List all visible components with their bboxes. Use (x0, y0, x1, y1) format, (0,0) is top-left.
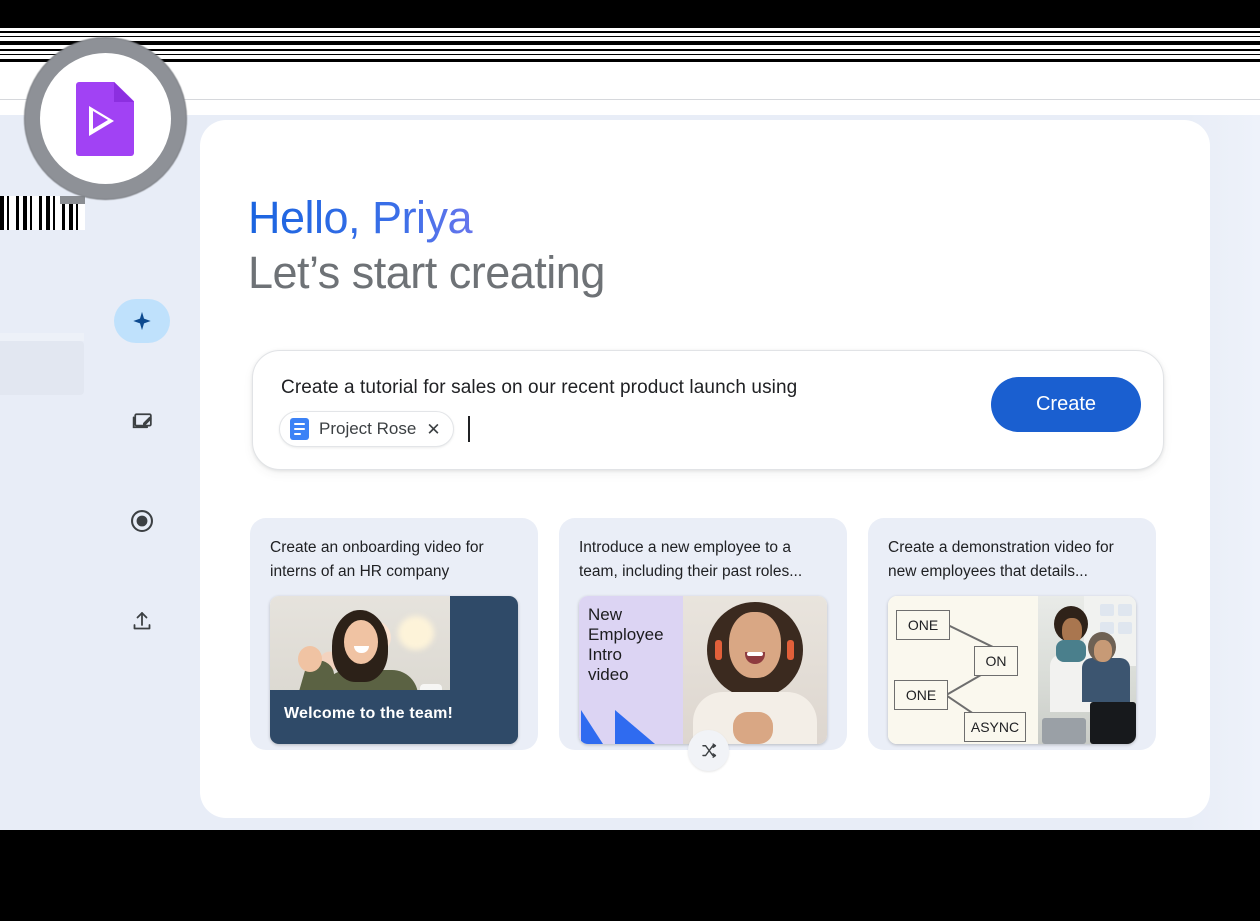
attachment-chip[interactable]: Project Rose ✕ (279, 411, 454, 447)
shuffle-button[interactable] (688, 730, 729, 771)
suggestion-card[interactable]: Introduce a new employee to a team, incl… (559, 518, 847, 750)
suggestion-card[interactable]: Create an onboarding video for interns o… (250, 518, 538, 750)
suggestion-title: Create an onboarding video for interns o… (270, 539, 484, 581)
sidebar (108, 295, 176, 675)
diagram-box: ON (974, 646, 1018, 676)
suggestion-title: Introduce a new employee to a team, incl… (579, 539, 803, 581)
white-band (0, 65, 1260, 99)
create-button[interactable]: Create (991, 377, 1141, 432)
google-docs-icon (290, 418, 309, 440)
attachment-chip-label: Project Rose (319, 419, 417, 438)
slides-edit-icon (132, 412, 152, 428)
thumbnail-title: New Employee Intro video (588, 605, 664, 685)
suggestion-thumbnail: ONE ON ONE ASYNC (888, 596, 1136, 744)
suggestion-thumbnail: New Employee Intro video (579, 596, 827, 744)
close-icon[interactable]: ✕ (426, 421, 440, 438)
record-circle-icon (131, 510, 153, 532)
suggestion-title: Create a demonstration video for new emp… (888, 539, 1114, 581)
prompt-chip-row: Project Rose ✕ (279, 411, 470, 447)
suggestion-card[interactable]: Create a demonstration video for new emp… (868, 518, 1156, 750)
suggestion-thumbnail: Welcome to the team! (270, 596, 518, 744)
greeting-hello: Hello, Priya (248, 192, 605, 244)
suggestion-cards: Create an onboarding video for interns o… (250, 518, 1156, 750)
app-logo (24, 37, 187, 200)
thumbnail-diagram: ONE ON ONE ASYNC (888, 596, 1038, 744)
prompt-box[interactable]: Create a tutorial for sales on our recen… (252, 350, 1164, 470)
video-doc-play-icon (76, 82, 134, 156)
prompt-text: Create a tutorial for sales on our recen… (281, 377, 798, 398)
screenshot-root: Hello, Priya Let’s start creating Create… (0, 0, 1260, 921)
diagram-box: ONE (896, 610, 950, 640)
left-edge-artifact-top (0, 333, 84, 341)
sidebar-item-generate[interactable] (108, 295, 176, 347)
chrome-line-artifacts (0, 28, 1260, 65)
sidebar-item-edit[interactable] (108, 395, 176, 447)
white-band-lower (0, 100, 1260, 115)
diagram-box: ASYNC (964, 712, 1026, 742)
sparkle-icon (133, 311, 151, 331)
sidebar-item-upload[interactable] (108, 595, 176, 647)
text-cursor (467, 416, 470, 442)
thumbnail-caption: Welcome to the team! (284, 705, 454, 722)
upload-icon (133, 612, 151, 630)
top-black-band (0, 0, 1260, 28)
greeting: Hello, Priya Let’s start creating (248, 192, 605, 300)
diagram-box: ONE (894, 680, 948, 710)
left-edge-artifact (0, 341, 84, 395)
main-card: Hello, Priya Let’s start creating Create… (200, 120, 1210, 818)
sidebar-item-record[interactable] (108, 495, 176, 547)
shuffle-icon (701, 742, 716, 758)
greeting-subtitle: Let’s start creating (248, 246, 605, 298)
